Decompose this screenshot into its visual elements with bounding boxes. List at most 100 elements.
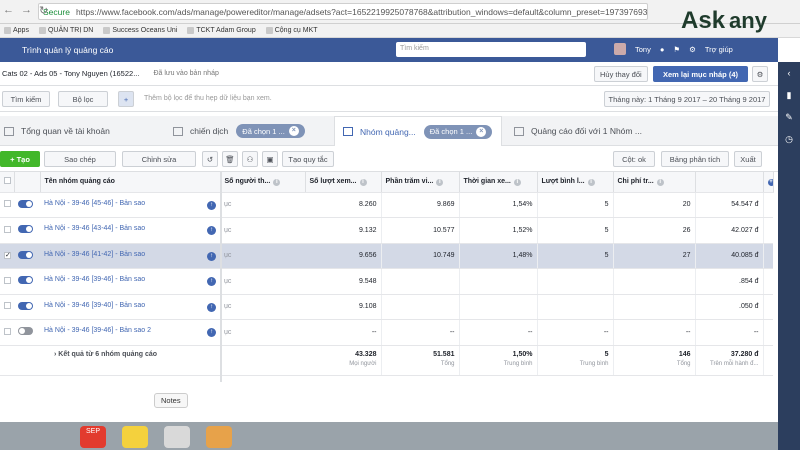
table-row[interactable]: Hà Nội - 39-46 [43-44] - Bản sao ↑ ục 9.132… <box>0 217 773 244</box>
adset-name-link[interactable]: Hà Nội - 39-46 [43-44] - Bản sao ↑ <box>40 217 220 244</box>
row-toggle[interactable] <box>14 268 40 295</box>
bookmark-item[interactable]: Cộng cụ MKT <box>265 27 318 34</box>
row-toggle[interactable] <box>14 243 40 269</box>
user-name[interactable]: Tony <box>635 45 651 54</box>
col-header-time[interactable]: Thời gian xe... i <box>459 172 538 193</box>
adset-name-link[interactable]: Hà Nội - 39-46 [45-46] - Bản sao ↑ <box>40 192 220 218</box>
settings-icon[interactable]: ⚙ <box>752 66 768 82</box>
table-row[interactable]: Hà Nội - 39-46 [45-46] - Bản sao ↑ ục 8.260… <box>0 192 773 218</box>
collapse-icon[interactable]: ‹ <box>778 62 800 84</box>
row-toggle[interactable] <box>14 192 40 218</box>
reminders-icon[interactable] <box>164 426 190 448</box>
cell-comments: 26 <box>613 217 696 244</box>
pencil-icon[interactable]: ✎ <box>778 106 800 128</box>
row-checkbox[interactable] <box>0 294 14 320</box>
forward-icon[interactable]: → <box>21 4 32 17</box>
create-button[interactable]: + Tạo <box>0 151 40 167</box>
fb-search-input[interactable]: Tìm kiếm <box>396 42 586 57</box>
adset-name-link[interactable]: Hà Nội - 39-46 [41-42] - Bản sao ↑ <box>40 243 220 269</box>
reload-icon[interactable]: ↻ <box>39 4 48 17</box>
col-header-name[interactable]: Tên nhóm quảng cáo <box>40 172 221 193</box>
col-header-cost[interactable]: Chi phí tr... i <box>613 172 696 193</box>
folder-icon <box>103 27 111 34</box>
duplicate-button[interactable]: Sao chép <box>44 151 116 167</box>
row-toggle[interactable] <box>14 294 40 320</box>
info-icon: i <box>436 178 444 186</box>
review-drafts-button[interactable]: Xem lại mục nháp (4) <box>653 66 748 82</box>
pin-icon[interactable]: ↑ <box>207 328 216 338</box>
add-column-icon[interactable]: + <box>763 172 774 193</box>
gear-icon[interactable]: ⚙ <box>689 45 696 54</box>
pin-icon[interactable]: ↑ <box>207 200 216 210</box>
pin-icon[interactable]: ↑ <box>207 302 216 312</box>
col-header-views[interactable]: Số lượt xem... i <box>305 172 382 193</box>
row-checkbox[interactable]: ✓ <box>0 243 14 269</box>
discard-button[interactable]: Hủy thay đổi <box>594 66 648 82</box>
chip-label: Đã chọn 1 ... <box>429 127 473 136</box>
cell-cost: .854 đ <box>695 268 764 295</box>
undo-icon[interactable]: ↺ <box>202 151 218 167</box>
bookmark-apps[interactable]: Apps <box>4 27 29 34</box>
row-checkbox[interactable] <box>0 268 14 295</box>
date-range-picker[interactable]: Tháng này: 1 Tháng 9 2017 – 20 Tháng 9 2… <box>604 91 770 107</box>
tab-ads[interactable]: Quảng cáo đối với 1 Nhóm ... <box>506 116 776 146</box>
table-row[interactable]: Hà Nội - 39-46 [39-46] - Bản sao 2 ↑ ục -- -… <box>0 319 773 346</box>
mac-dock: SEP <box>80 426 232 448</box>
back-icon[interactable]: ← <box>3 4 14 17</box>
add-filter-icon[interactable]: + <box>118 91 134 107</box>
flag-icon[interactable]: ⚑ <box>673 45 680 54</box>
tab-adsets[interactable]: Nhóm quảng... Đã chọn 1 ... × <box>334 116 502 146</box>
col-header-percent[interactable]: Phần trăm vi... i <box>381 172 460 193</box>
bookmark-item[interactable]: QUẢN TRỊ DN <box>38 27 93 34</box>
frozen-column-divider[interactable] <box>220 172 222 382</box>
help-link[interactable]: Trợ giúp <box>705 45 733 54</box>
adset-name-link[interactable]: Hà Nội - 39-46 [39-46] - Bản sao 2 ↑ <box>40 319 220 346</box>
chart-icon[interactable]: ▮ <box>778 84 800 106</box>
clock-icon[interactable]: ◷ <box>778 128 800 150</box>
close-icon[interactable]: × <box>288 126 299 136</box>
close-icon[interactable]: × <box>476 126 487 137</box>
selected-chip[interactable]: Đã chọn 1 ... × <box>236 124 305 138</box>
row-toggle[interactable] <box>14 319 40 346</box>
address-bar[interactable]: Secure https://www.facebook.com/ads/mana… <box>38 3 648 20</box>
table-row[interactable]: ✓ Hà Nội - 39-46 [41-42] - Bản sao ↑ ục 9.65… <box>0 243 773 269</box>
adset-name-link[interactable]: Hà Nội - 39-46 [39-46] - Bản sao ↑ <box>40 268 220 295</box>
pin-icon[interactable]: ↑ <box>207 251 216 261</box>
bookmark-item[interactable]: TCKT Adam Group <box>187 27 256 34</box>
tab-campaigns[interactable]: chiến dịch Đã chọn 1 ... × <box>165 116 331 146</box>
cell-percent: -- <box>459 319 538 346</box>
audience-icon[interactable]: ⚇ <box>242 151 258 167</box>
avatar[interactable] <box>614 43 626 55</box>
row-checkbox[interactable] <box>0 217 14 244</box>
campaign-icon <box>173 126 183 136</box>
select-all-checkbox[interactable] <box>0 172 15 193</box>
friends-icon[interactable]: ● <box>660 45 665 54</box>
create-rule-button[interactable]: Tạo quy tắc <box>282 151 334 167</box>
breakdown-dropdown[interactable]: Bảng phân tích <box>661 151 729 167</box>
notes-icon[interactable] <box>122 426 148 448</box>
bookmark-item[interactable]: Success Oceans Uni <box>103 27 177 34</box>
filter-dropdown[interactable]: Bộ lọc <box>58 91 108 107</box>
tab-account-overview[interactable]: Tổng quan về tài khoản <box>0 116 160 146</box>
row-checkbox[interactable] <box>0 192 14 218</box>
cell-reach: 9.108 <box>305 294 382 320</box>
row-checkbox[interactable] <box>0 319 14 346</box>
row-toggle[interactable] <box>14 217 40 244</box>
photos-icon[interactable] <box>206 426 232 448</box>
col-header-comments[interactable]: Lượt bình l... i <box>537 172 614 193</box>
export-button[interactable]: Xuất <box>734 151 762 167</box>
trash-icon[interactable]: 🗑 <box>222 151 238 167</box>
columns-dropdown[interactable]: Cột: ok <box>613 151 655 167</box>
pin-icon[interactable]: ↑ <box>207 226 216 236</box>
search-dropdown[interactable]: Tìm kiếm <box>2 91 50 107</box>
calendar-icon[interactable]: SEP <box>80 426 106 448</box>
table-row[interactable]: Hà Nội - 39-46 [39-46] - Bản sao ↑ ục 9.548… <box>0 268 773 295</box>
adset-name-link[interactable]: Hà Nội - 39-46 [39-40] - Bản sao ↑ <box>40 294 220 320</box>
preview-icon[interactable]: ▣ <box>262 151 278 167</box>
campaign-selector[interactable]: Cats 02 - Ads 05 - Tony Nguyen (16522... <box>2 69 139 78</box>
selected-chip[interactable]: Đã chọn 1 ... × <box>423 124 493 139</box>
table-row[interactable]: Hà Nội - 39-46 [39-40] - Bản sao ↑ ục 9.108… <box>0 294 773 320</box>
edit-button[interactable]: Chỉnh sửa <box>122 151 196 167</box>
col-header-reach[interactable]: Số người th... i <box>220 172 306 193</box>
pin-icon[interactable]: ↑ <box>207 277 216 287</box>
